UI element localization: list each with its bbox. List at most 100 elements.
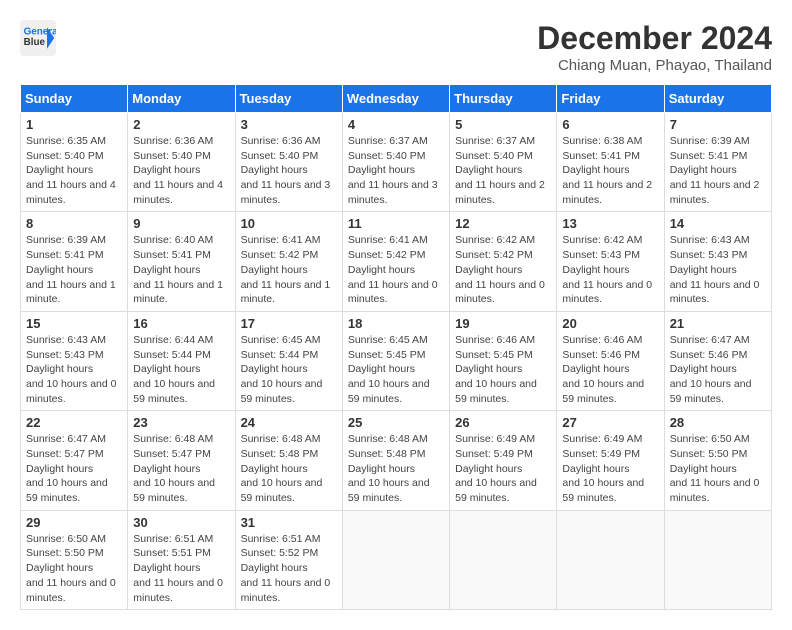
day-number: 2 (133, 117, 229, 132)
sunrise-label: Sunrise: 6:44 AM (133, 334, 213, 346)
day-info: Sunrise: 6:51 AM Sunset: 5:52 PM Dayligh… (241, 532, 337, 605)
day-info: Sunrise: 6:41 AM Sunset: 5:42 PM Dayligh… (348, 233, 444, 306)
daylight-label: Daylight hours (133, 164, 200, 176)
daylight-value: and 11 hours and 0 minutes. (562, 279, 652, 306)
weekday-header-wednesday: Wednesday (342, 85, 449, 113)
daylight-label: Daylight hours (348, 264, 415, 276)
daylight-value: and 11 hours and 0 minutes. (26, 577, 116, 604)
daylight-value: and 11 hours and 3 minutes. (348, 179, 438, 206)
sunrise-label: Sunrise: 6:50 AM (26, 533, 106, 545)
calendar-cell: 27 Sunrise: 6:49 AM Sunset: 5:49 PM Dayl… (557, 411, 664, 510)
daylight-value: and 11 hours and 2 minutes. (670, 179, 760, 206)
calendar-cell: 19 Sunrise: 6:46 AM Sunset: 5:45 PM Dayl… (450, 311, 557, 410)
calendar-cell: 10 Sunrise: 6:41 AM Sunset: 5:42 PM Dayl… (235, 212, 342, 311)
sunrise-label: Sunrise: 6:48 AM (241, 433, 321, 445)
day-number: 8 (26, 216, 122, 231)
weekday-header-friday: Friday (557, 85, 664, 113)
sunrise-label: Sunrise: 6:39 AM (26, 234, 106, 246)
calendar-cell: 17 Sunrise: 6:45 AM Sunset: 5:44 PM Dayl… (235, 311, 342, 410)
calendar-cell (557, 510, 664, 609)
day-info: Sunrise: 6:48 AM Sunset: 5:48 PM Dayligh… (348, 432, 444, 505)
day-number: 17 (241, 316, 337, 331)
day-info: Sunrise: 6:50 AM Sunset: 5:50 PM Dayligh… (26, 532, 122, 605)
sunrise-label: Sunrise: 6:47 AM (26, 433, 106, 445)
calendar-cell: 15 Sunrise: 6:43 AM Sunset: 5:43 PM Dayl… (21, 311, 128, 410)
daylight-value: and 11 hours and 0 minutes. (670, 477, 760, 504)
day-number: 6 (562, 117, 658, 132)
day-number: 3 (241, 117, 337, 132)
day-number: 1 (26, 117, 122, 132)
daylight-label: Daylight hours (241, 562, 308, 574)
day-info: Sunrise: 6:37 AM Sunset: 5:40 PM Dayligh… (455, 134, 551, 207)
daylight-label: Daylight hours (348, 363, 415, 375)
sunset-label: Sunset: 5:43 PM (562, 249, 640, 261)
sunrise-label: Sunrise: 6:42 AM (562, 234, 642, 246)
daylight-label: Daylight hours (455, 264, 522, 276)
daylight-label: Daylight hours (133, 264, 200, 276)
daylight-value: and 11 hours and 4 minutes. (133, 179, 223, 206)
day-number: 13 (562, 216, 658, 231)
sunset-label: Sunset: 5:40 PM (348, 150, 426, 162)
weekday-header-sunday: Sunday (21, 85, 128, 113)
sunrise-label: Sunrise: 6:36 AM (241, 135, 321, 147)
calendar-cell (450, 510, 557, 609)
page-header: General Blue December 2024 Chiang Muan, … (20, 20, 772, 74)
weekday-header-row: SundayMondayTuesdayWednesdayThursdayFrid… (21, 85, 772, 113)
day-info: Sunrise: 6:41 AM Sunset: 5:42 PM Dayligh… (241, 233, 337, 306)
day-info: Sunrise: 6:36 AM Sunset: 5:40 PM Dayligh… (241, 134, 337, 207)
day-info: Sunrise: 6:47 AM Sunset: 5:47 PM Dayligh… (26, 432, 122, 505)
sunset-label: Sunset: 5:49 PM (455, 448, 533, 460)
day-info: Sunrise: 6:48 AM Sunset: 5:47 PM Dayligh… (133, 432, 229, 505)
sunrise-label: Sunrise: 6:36 AM (133, 135, 213, 147)
daylight-label: Daylight hours (455, 164, 522, 176)
daylight-label: Daylight hours (348, 164, 415, 176)
sunset-label: Sunset: 5:40 PM (241, 150, 319, 162)
sunrise-label: Sunrise: 6:41 AM (348, 234, 428, 246)
calendar-cell: 31 Sunrise: 6:51 AM Sunset: 5:52 PM Dayl… (235, 510, 342, 609)
sunrise-label: Sunrise: 6:47 AM (670, 334, 750, 346)
daylight-value: and 10 hours and 0 minutes. (26, 378, 117, 405)
sunrise-label: Sunrise: 6:39 AM (670, 135, 750, 147)
calendar-cell: 30 Sunrise: 6:51 AM Sunset: 5:51 PM Dayl… (128, 510, 235, 609)
daylight-label: Daylight hours (133, 562, 200, 574)
daylight-value: and 10 hours and 59 minutes. (133, 378, 215, 405)
sunrise-label: Sunrise: 6:49 AM (455, 433, 535, 445)
calendar-body: 1 Sunrise: 6:35 AM Sunset: 5:40 PM Dayli… (21, 113, 772, 610)
month-title: December 2024 (537, 20, 772, 57)
daylight-value: and 10 hours and 59 minutes. (562, 477, 644, 504)
sunrise-label: Sunrise: 6:48 AM (348, 433, 428, 445)
calendar-cell: 24 Sunrise: 6:48 AM Sunset: 5:48 PM Dayl… (235, 411, 342, 510)
daylight-value: and 10 hours and 59 minutes. (26, 477, 108, 504)
sunset-label: Sunset: 5:52 PM (241, 547, 319, 559)
sunset-label: Sunset: 5:42 PM (348, 249, 426, 261)
daylight-label: Daylight hours (562, 264, 629, 276)
calendar-cell: 16 Sunrise: 6:44 AM Sunset: 5:44 PM Dayl… (128, 311, 235, 410)
calendar-header: SundayMondayTuesdayWednesdayThursdayFrid… (21, 85, 772, 113)
sunset-label: Sunset: 5:40 PM (26, 150, 104, 162)
calendar-cell: 2 Sunrise: 6:36 AM Sunset: 5:40 PM Dayli… (128, 113, 235, 212)
daylight-label: Daylight hours (26, 363, 93, 375)
daylight-label: Daylight hours (670, 164, 737, 176)
weekday-header-tuesday: Tuesday (235, 85, 342, 113)
sunset-label: Sunset: 5:46 PM (670, 349, 748, 361)
day-number: 7 (670, 117, 766, 132)
daylight-label: Daylight hours (348, 463, 415, 475)
sunrise-label: Sunrise: 6:46 AM (562, 334, 642, 346)
weekday-header-saturday: Saturday (664, 85, 771, 113)
day-info: Sunrise: 6:49 AM Sunset: 5:49 PM Dayligh… (562, 432, 658, 505)
sunrise-label: Sunrise: 6:40 AM (133, 234, 213, 246)
sunrise-label: Sunrise: 6:42 AM (455, 234, 535, 246)
sunset-label: Sunset: 5:40 PM (455, 150, 533, 162)
day-number: 4 (348, 117, 444, 132)
day-info: Sunrise: 6:45 AM Sunset: 5:44 PM Dayligh… (241, 333, 337, 406)
daylight-label: Daylight hours (241, 463, 308, 475)
sunrise-label: Sunrise: 6:43 AM (26, 334, 106, 346)
calendar-cell: 1 Sunrise: 6:35 AM Sunset: 5:40 PM Dayli… (21, 113, 128, 212)
sunset-label: Sunset: 5:50 PM (26, 547, 104, 559)
day-info: Sunrise: 6:47 AM Sunset: 5:46 PM Dayligh… (670, 333, 766, 406)
daylight-value: and 10 hours and 59 minutes. (670, 378, 752, 405)
calendar-cell: 23 Sunrise: 6:48 AM Sunset: 5:47 PM Dayl… (128, 411, 235, 510)
calendar-cell: 11 Sunrise: 6:41 AM Sunset: 5:42 PM Dayl… (342, 212, 449, 311)
sunset-label: Sunset: 5:45 PM (455, 349, 533, 361)
day-info: Sunrise: 6:44 AM Sunset: 5:44 PM Dayligh… (133, 333, 229, 406)
